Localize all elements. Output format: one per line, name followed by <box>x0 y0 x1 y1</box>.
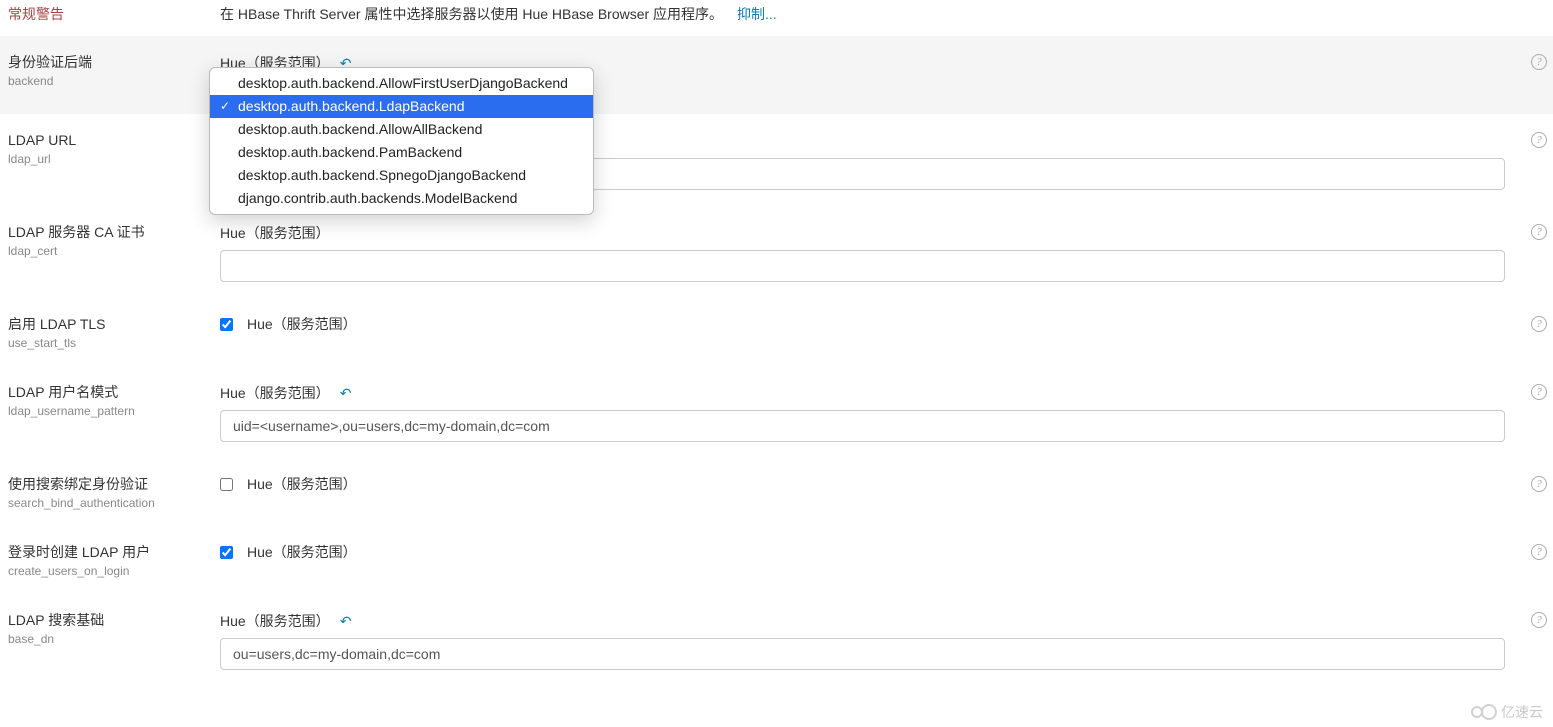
create-users-row: 登录时创建 LDAP 用户 create_users_on_login Hue（… <box>0 526 1553 594</box>
base-dn-input[interactable] <box>220 638 1505 670</box>
undo-icon[interactable]: ↶ <box>340 385 352 402</box>
create-users-scope: Hue（服务范围） <box>247 542 357 562</box>
help-icon[interactable]: ? <box>1531 544 1547 560</box>
use-start-tls-title: 启用 LDAP TLS <box>8 314 208 334</box>
ldap-username-pattern-row: LDAP 用户名模式 ldap_username_pattern Hue（服务范… <box>0 366 1553 458</box>
dropdown-option[interactable]: django.contrib.auth.backends.ModelBacken… <box>210 187 593 210</box>
ldap-username-pattern-input[interactable] <box>220 410 1505 442</box>
search-bind-auth-checkbox[interactable] <box>220 478 233 491</box>
backend-key: backend <box>8 74 208 88</box>
ldap-cert-input[interactable] <box>220 250 1505 282</box>
ldap-url-key: ldap_url <box>8 152 208 166</box>
warning-title: 常规警告 <box>8 4 208 24</box>
help-icon[interactable]: ? <box>1531 132 1547 148</box>
use-start-tls-checkbox[interactable] <box>220 318 233 331</box>
backend-dropdown[interactable]: desktop.auth.backend.AllowFirstUserDjang… <box>209 67 594 215</box>
base-dn-scope: Hue（服务范围） <box>220 611 330 631</box>
dropdown-option[interactable]: desktop.auth.backend.AllowAllBackend <box>210 118 593 141</box>
help-icon[interactable]: ? <box>1531 224 1547 240</box>
ldap-cert-key: ldap_cert <box>8 244 208 258</box>
create-users-checkbox[interactable] <box>220 546 233 559</box>
create-users-title: 登录时创建 LDAP 用户 <box>8 542 208 562</box>
ldap-username-pattern-title: LDAP 用户名模式 <box>8 382 208 402</box>
dropdown-option[interactable]: desktop.auth.backend.AllowFirstUserDjang… <box>210 72 593 95</box>
help-icon[interactable]: ? <box>1531 612 1547 628</box>
ldap-cert-title: LDAP 服务器 CA 证书 <box>8 222 208 242</box>
dropdown-option[interactable]: desktop.auth.backend.SpnegoDjangoBackend <box>210 164 593 187</box>
backend-title: 身份验证后端 <box>8 52 208 72</box>
svg-text:亿速云: 亿速云 <box>1501 704 1543 720</box>
help-icon[interactable]: ? <box>1531 316 1547 332</box>
dropdown-option-selected[interactable]: desktop.auth.backend.LdapBackend <box>210 95 593 118</box>
use-start-tls-scope: Hue（服务范围） <box>247 314 357 334</box>
suppress-link[interactable]: 抑制... <box>737 6 777 22</box>
search-bind-auth-scope: Hue（服务范围） <box>247 474 357 494</box>
create-users-key: create_users_on_login <box>8 564 208 578</box>
base-dn-key: base_dn <box>8 632 208 646</box>
ldap-cert-row: LDAP 服务器 CA 证书 ldap_cert Hue（服务范围） ? <box>0 206 1553 298</box>
ldap-cert-scope: Hue（服务范围） <box>220 223 330 243</box>
help-icon[interactable]: ? <box>1531 54 1547 70</box>
base-dn-title: LDAP 搜索基础 <box>8 610 208 630</box>
search-bind-auth-row: 使用搜索绑定身份验证 search_bind_authentication Hu… <box>0 458 1553 526</box>
help-icon[interactable]: ? <box>1531 384 1547 400</box>
use-start-tls-row: 启用 LDAP TLS use_start_tls Hue（服务范围） ? <box>0 298 1553 366</box>
help-icon[interactable]: ? <box>1531 476 1547 492</box>
search-bind-auth-key: search_bind_authentication <box>8 496 208 510</box>
search-bind-auth-title: 使用搜索绑定身份验证 <box>8 474 208 494</box>
watermark: 亿速云 <box>1467 700 1547 725</box>
warning-row: 常规警告 在 HBase Thrift Server 属性中选择服务器以使用 H… <box>0 0 1553 36</box>
undo-icon[interactable]: ↶ <box>340 613 352 630</box>
base-dn-row: LDAP 搜索基础 base_dn Hue（服务范围） ↶ ? <box>0 594 1553 686</box>
ldap-url-title: LDAP URL <box>8 130 208 150</box>
ldap-username-pattern-scope: Hue（服务范围） <box>220 383 330 403</box>
dropdown-option[interactable]: desktop.auth.backend.PamBackend <box>210 141 593 164</box>
warning-message: 在 HBase Thrift Server 属性中选择服务器以使用 Hue HB… <box>220 6 723 22</box>
use-start-tls-key: use_start_tls <box>8 336 208 350</box>
ldap-username-pattern-key: ldap_username_pattern <box>8 404 208 418</box>
